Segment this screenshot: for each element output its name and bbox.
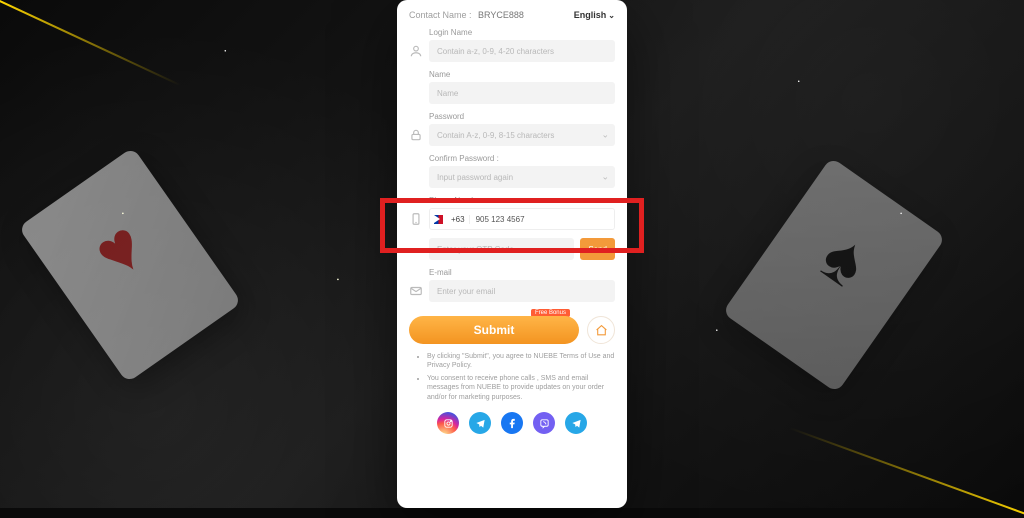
telegram-icon <box>475 418 486 429</box>
password-group: Password ⌄ <box>429 112 615 146</box>
submit-button[interactable]: Submit <box>409 316 579 344</box>
facebook-icon <box>507 418 518 429</box>
flag-ph-icon[interactable] <box>434 215 448 224</box>
viber-icon <box>539 418 550 429</box>
contact-name-line: Contact Name : BRYCE888 <box>409 10 524 20</box>
login-name-group: Login Name <box>429 28 615 62</box>
telegram-button[interactable] <box>469 412 491 434</box>
chevron-down-icon: ⌄ <box>608 11 615 20</box>
confirm-password-group: Confirm Password : ⌄ <box>429 154 615 188</box>
mail-icon <box>409 284 423 298</box>
email-label: E-mail <box>429 268 615 277</box>
instagram-button[interactable] <box>437 412 459 434</box>
password-label: Password <box>429 112 615 121</box>
language-selector[interactable]: English ⌄ <box>574 10 615 20</box>
instagram-icon <box>443 418 454 429</box>
viber-button[interactable] <box>533 412 555 434</box>
social-row <box>409 412 615 434</box>
email-input[interactable] <box>429 280 615 302</box>
login-name-label: Login Name <box>429 28 615 37</box>
contact-value: BRYCE888 <box>478 10 524 20</box>
language-label: English <box>574 10 607 20</box>
home-icon <box>595 324 608 337</box>
terms-item-2: You consent to receive phone calls , SMS… <box>427 374 615 402</box>
name-group: Name <box>429 70 615 104</box>
terms-item-1: By clicking "Submit", you agree to NUEBE… <box>427 352 615 371</box>
terms-list: By clicking "Submit", you agree to NUEBE… <box>409 352 615 402</box>
phone-label: Phone Number <box>429 196 615 205</box>
password-input[interactable] <box>429 124 615 146</box>
modal-header: Contact Name : BRYCE888 English ⌄ <box>409 10 615 20</box>
login-name-input[interactable] <box>429 40 615 62</box>
phone-icon <box>409 212 423 226</box>
eye-icon[interactable]: ⌄ <box>601 172 609 183</box>
telegram-button-2[interactable] <box>565 412 587 434</box>
user-icon <box>409 44 423 58</box>
phone-input[interactable] <box>474 209 614 229</box>
home-button[interactable] <box>587 316 615 344</box>
name-label: Name <box>429 70 615 79</box>
facebook-button[interactable] <box>501 412 523 434</box>
send-otp-button[interactable]: Send <box>580 238 615 260</box>
phone-group: Phone Number +63 <box>429 196 615 230</box>
lock-icon <box>409 128 423 142</box>
registration-modal: Contact Name : BRYCE888 English ⌄ Login … <box>397 0 627 508</box>
eye-icon[interactable]: ⌄ <box>601 130 609 141</box>
submit-row: Free Bonus Submit <box>409 316 615 344</box>
name-input[interactable] <box>429 82 615 104</box>
confirm-password-input[interactable] <box>429 166 615 188</box>
confirm-password-label: Confirm Password : <box>429 154 615 163</box>
contact-label: Contact Name : <box>409 10 472 20</box>
otp-input[interactable] <box>429 238 574 260</box>
email-group: E-mail <box>429 268 615 302</box>
country-code[interactable]: +63 <box>451 215 470 224</box>
otp-group: Send <box>429 238 615 260</box>
telegram-icon <box>571 418 582 429</box>
